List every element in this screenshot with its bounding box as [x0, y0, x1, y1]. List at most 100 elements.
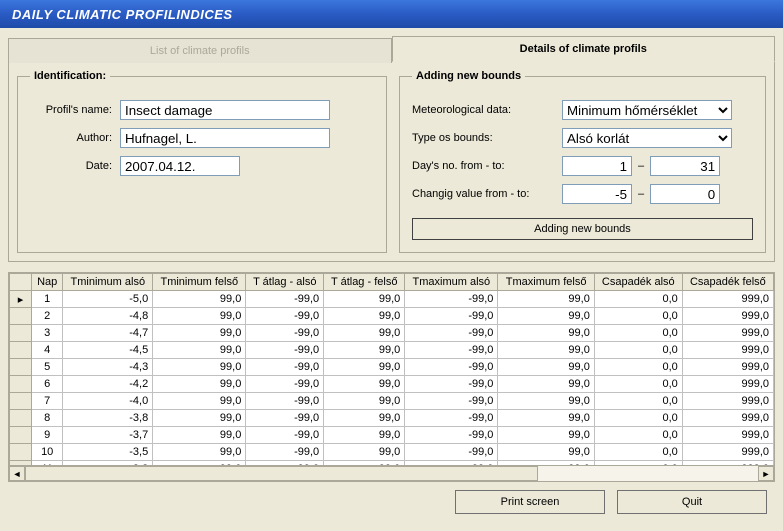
tab-details-profils[interactable]: Details of climate profils	[392, 36, 776, 62]
cell[interactable]: 99,0	[324, 376, 405, 393]
cell-nap[interactable]: 2	[32, 308, 63, 325]
cell[interactable]: 0,0	[594, 410, 682, 427]
cell-nap[interactable]: 10	[32, 444, 63, 461]
cell[interactable]: -99,0	[246, 393, 324, 410]
add-bounds-button[interactable]: Adding new bounds	[412, 218, 753, 240]
profil-name-input[interactable]	[120, 100, 330, 120]
table-row[interactable]: 4-4,599,0-99,099,0-99,099,00,0999,0	[10, 342, 774, 359]
table-row[interactable]: 2-4,899,0-99,099,0-99,099,00,0999,0	[10, 308, 774, 325]
cell[interactable]: 999,0	[682, 342, 773, 359]
table-row[interactable]: 3-4,799,0-99,099,0-99,099,00,0999,0	[10, 325, 774, 342]
cell[interactable]: 99,0	[324, 393, 405, 410]
cell[interactable]: -99,0	[405, 393, 498, 410]
cell[interactable]: 99,0	[153, 393, 246, 410]
cell[interactable]: -4,3	[63, 359, 153, 376]
cell[interactable]: 99,0	[324, 308, 405, 325]
cell[interactable]: 99,0	[498, 342, 594, 359]
days-from-input[interactable]	[562, 156, 632, 176]
col-header[interactable]: Tmaximum felső	[498, 274, 594, 291]
cell[interactable]: 999,0	[682, 359, 773, 376]
change-from-input[interactable]	[562, 184, 632, 204]
cell[interactable]: -99,0	[246, 291, 324, 308]
cell[interactable]: 99,0	[324, 325, 405, 342]
cell[interactable]: 0,0	[594, 427, 682, 444]
cell[interactable]: -99,0	[246, 342, 324, 359]
cell[interactable]: 99,0	[498, 359, 594, 376]
cell[interactable]: -3,8	[63, 410, 153, 427]
cell[interactable]: 0,0	[594, 342, 682, 359]
col-header[interactable]: Tminimum felső	[153, 274, 246, 291]
cell[interactable]: 99,0	[498, 427, 594, 444]
change-to-input[interactable]	[650, 184, 720, 204]
table-row[interactable]: 9-3,799,0-99,099,0-99,099,00,0999,0	[10, 427, 774, 444]
cell[interactable]: 99,0	[153, 427, 246, 444]
row-selector[interactable]	[10, 410, 32, 427]
cell-nap[interactable]: 7	[32, 393, 63, 410]
cell[interactable]: 0,0	[594, 359, 682, 376]
cell[interactable]: -99,0	[405, 427, 498, 444]
cell[interactable]: 99,0	[498, 291, 594, 308]
col-header[interactable]: T átlag - alsó	[246, 274, 324, 291]
cell[interactable]: -99,0	[405, 410, 498, 427]
cell[interactable]: 999,0	[682, 291, 773, 308]
cell[interactable]: 999,0	[682, 325, 773, 342]
cell[interactable]: -99,0	[405, 291, 498, 308]
cell-nap[interactable]: 6	[32, 376, 63, 393]
data-grid[interactable]: Nap Tminimum alsó Tminimum felső T átlag…	[8, 272, 775, 482]
cell[interactable]: -99,0	[246, 359, 324, 376]
table-row[interactable]: 6-4,299,0-99,099,0-99,099,00,0999,0	[10, 376, 774, 393]
cell-nap[interactable]: 5	[32, 359, 63, 376]
cell[interactable]: -3,7	[63, 427, 153, 444]
row-selector[interactable]	[10, 325, 32, 342]
cell[interactable]: -3,5	[63, 444, 153, 461]
cell[interactable]: -99,0	[246, 444, 324, 461]
cell[interactable]: 999,0	[682, 427, 773, 444]
row-selector[interactable]	[10, 359, 32, 376]
cell[interactable]: 0,0	[594, 291, 682, 308]
scroll-right-button[interactable]: ►	[758, 466, 774, 481]
cell[interactable]: -99,0	[246, 427, 324, 444]
cell[interactable]: 999,0	[682, 410, 773, 427]
table-row[interactable]: 7-4,099,0-99,099,0-99,099,00,0999,0	[10, 393, 774, 410]
cell[interactable]: 99,0	[153, 308, 246, 325]
cell[interactable]: 99,0	[153, 410, 246, 427]
cell[interactable]: -99,0	[405, 444, 498, 461]
row-selector[interactable]	[10, 427, 32, 444]
cell[interactable]: 999,0	[682, 393, 773, 410]
cell[interactable]: 99,0	[498, 376, 594, 393]
scroll-left-button[interactable]: ◄	[9, 466, 25, 481]
cell[interactable]: 99,0	[498, 410, 594, 427]
row-selector[interactable]	[10, 342, 32, 359]
cell[interactable]: 999,0	[682, 444, 773, 461]
row-selector[interactable]	[10, 393, 32, 410]
table-row[interactable]: 10-3,599,0-99,099,0-99,099,00,0999,0	[10, 444, 774, 461]
cell[interactable]: 99,0	[324, 427, 405, 444]
col-header[interactable]: Tminimum alsó	[63, 274, 153, 291]
author-input[interactable]	[120, 128, 330, 148]
print-screen-button[interactable]: Print screen	[455, 490, 605, 514]
cell-nap[interactable]: 3	[32, 325, 63, 342]
cell[interactable]: 99,0	[153, 342, 246, 359]
cell[interactable]: 99,0	[498, 444, 594, 461]
table-row[interactable]: 8-3,899,0-99,099,0-99,099,00,0999,0	[10, 410, 774, 427]
cell[interactable]: 0,0	[594, 376, 682, 393]
cell[interactable]: 99,0	[153, 444, 246, 461]
quit-button[interactable]: Quit	[617, 490, 767, 514]
row-selector[interactable]	[10, 444, 32, 461]
cell[interactable]: -99,0	[246, 410, 324, 427]
type-bounds-select[interactable]: Alsó korlát	[562, 128, 732, 148]
cell[interactable]: -99,0	[246, 308, 324, 325]
cell[interactable]: 99,0	[324, 359, 405, 376]
cell[interactable]: 99,0	[153, 359, 246, 376]
cell[interactable]: -99,0	[405, 359, 498, 376]
cell[interactable]: 0,0	[594, 393, 682, 410]
cell[interactable]: 99,0	[498, 325, 594, 342]
cell[interactable]: -99,0	[405, 308, 498, 325]
col-header[interactable]: T átlag - felső	[324, 274, 405, 291]
cell[interactable]: 99,0	[324, 444, 405, 461]
cell-nap[interactable]: 1	[32, 291, 63, 308]
cell[interactable]: 999,0	[682, 376, 773, 393]
scroll-track[interactable]	[25, 466, 758, 481]
cell[interactable]: -4,7	[63, 325, 153, 342]
cell[interactable]: -4,5	[63, 342, 153, 359]
